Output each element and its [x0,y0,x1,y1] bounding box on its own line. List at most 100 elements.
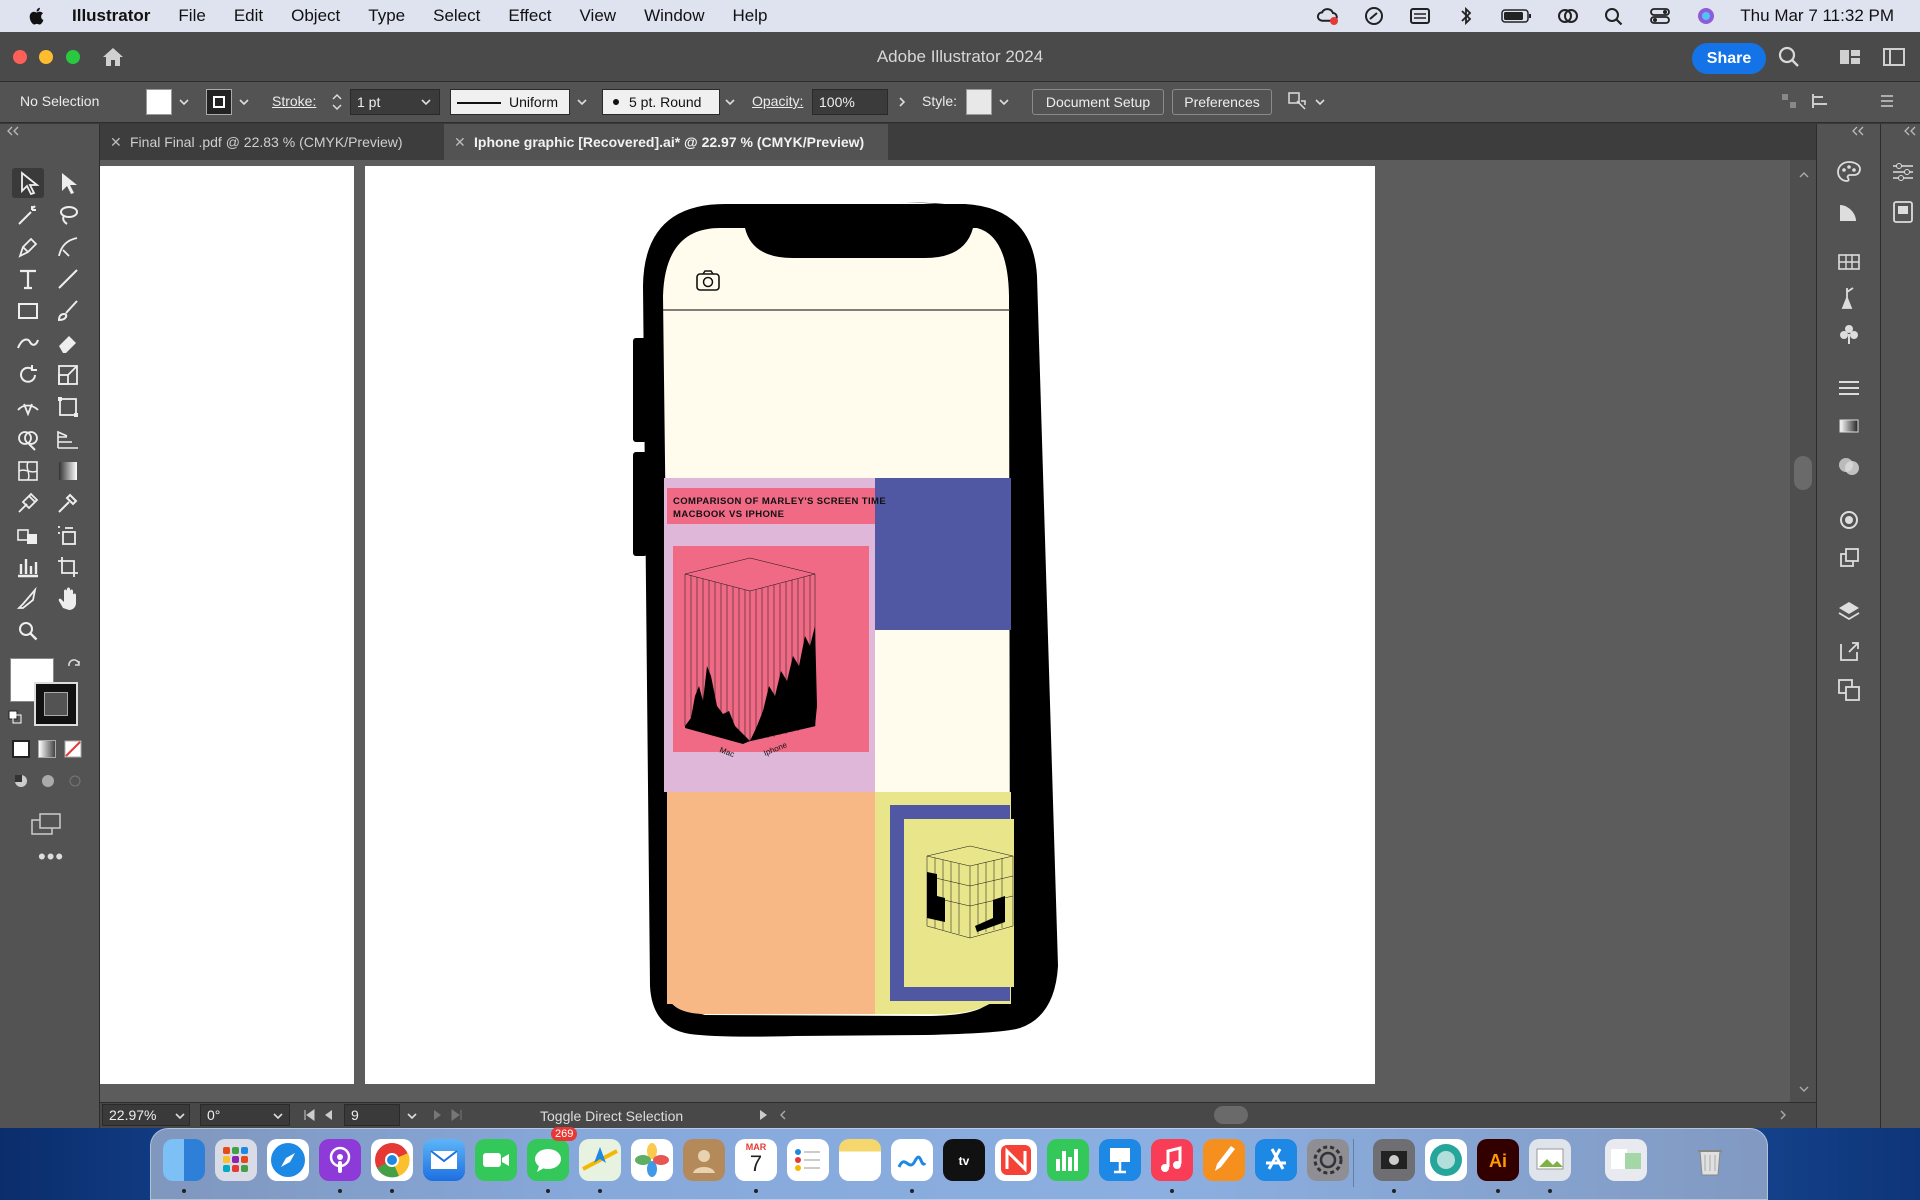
mail-icon[interactable] [423,1139,465,1181]
graphic-style-swatch[interactable] [966,89,992,115]
artboard-number-input[interactable]: 9 [344,1104,400,1126]
collapse-icon[interactable] [1851,126,1865,136]
properties-icon[interactable] [1889,158,1917,186]
fill-swatch[interactable] [146,89,172,115]
rectangle-tool[interactable] [12,296,44,326]
maps-icon[interactable] [579,1139,621,1181]
appstore-icon[interactable] [1255,1139,1297,1181]
zoom-tool[interactable] [12,616,44,646]
chevron-down-icon[interactable] [238,96,250,108]
graph-tool[interactable] [12,552,44,582]
chevron-down-icon[interactable] [272,1110,284,1122]
vertical-scrollbar[interactable] [1790,160,1816,1102]
apple-icon[interactable] [26,5,48,27]
downloads-icon[interactable] [1605,1139,1647,1181]
settings-icon[interactable] [1307,1139,1349,1181]
chevron-down-icon[interactable] [998,96,1010,108]
contacts-icon[interactable] [683,1139,725,1181]
align-icon[interactable] [1780,92,1798,110]
podcasts-icon[interactable] [319,1139,361,1181]
live-paint-tool[interactable] [12,520,44,550]
curvature-tool[interactable] [52,232,84,262]
draw-mode-icons[interactable] [12,772,84,790]
close-tab-icon[interactable]: ✕ [110,124,122,160]
screen-mirroring-icon[interactable] [1556,6,1580,26]
screen-mode-icon[interactable] [30,812,64,836]
share-button[interactable]: Share [1692,43,1766,74]
status-menu-icon[interactable] [756,1108,770,1122]
chrome-icon[interactable] [371,1139,413,1181]
keyboard-icon[interactable] [1408,6,1432,26]
stepper-icon[interactable] [330,90,344,114]
menu-object[interactable]: Object [291,6,340,26]
safari-icon[interactable] [267,1139,309,1181]
shape-builder-tool[interactable] [12,424,44,454]
trash-icon[interactable] [1689,1139,1731,1181]
keynote-icon[interactable] [1099,1139,1141,1181]
reminders-icon[interactable] [787,1139,829,1181]
scroll-thumb[interactable] [1794,456,1812,490]
scroll-right-icon[interactable] [1776,1108,1790,1122]
scroll-left-icon[interactable] [776,1108,790,1122]
asset-export-icon[interactable] [1835,638,1863,666]
scale-tool[interactable] [52,360,84,390]
gradient-mode-button[interactable] [38,740,56,758]
music-icon[interactable] [1151,1139,1193,1181]
color-mode-button[interactable] [12,740,30,758]
chevron-down-icon[interactable] [1314,96,1326,108]
symbols-icon[interactable] [1835,320,1863,348]
chevron-down-icon[interactable] [178,96,190,108]
stroke-panel-icon[interactable] [1835,374,1863,402]
magic-wand-tool[interactable] [12,200,44,230]
variable-width-profile[interactable]: Uniform [450,89,570,115]
facetime-icon[interactable] [475,1139,517,1181]
calendar-icon[interactable]: MAR 7 [735,1139,777,1181]
first-artboard-icon[interactable] [302,1108,316,1122]
transform-icon[interactable] [1810,92,1832,110]
photos-icon[interactable] [631,1139,673,1181]
type-tool[interactable] [12,264,44,294]
sync-icon[interactable] [1362,6,1386,26]
preferences-button[interactable]: Preferences [1172,89,1272,115]
artboard-iphone[interactable]: COMPARISON OF MARLEY'S SCREEN TIME MACBO… [365,166,1375,1084]
eyedropper-tool[interactable] [52,488,84,518]
control-center-icon[interactable] [1648,6,1672,26]
appearance-icon[interactable] [1835,506,1863,534]
gradient-tool[interactable] [52,456,84,486]
messages-icon[interactable] [527,1139,569,1181]
clock[interactable]: Thu Mar 7 11:32 PM [1740,6,1894,26]
menu-edit[interactable]: Edit [234,6,263,26]
lasso-tool[interactable] [52,200,84,230]
artboards-panel-icon[interactable] [1835,676,1863,704]
news-icon[interactable] [995,1139,1037,1181]
menu-effect[interactable]: Effect [508,6,551,26]
siri-icon[interactable] [1694,6,1718,26]
graphic-styles-icon[interactable] [1835,544,1863,572]
chevron-down-icon[interactable] [406,1110,418,1122]
previous-artboard-icon[interactable] [322,1108,336,1122]
color-guide-icon[interactable] [1835,198,1863,226]
hand-tool[interactable] [52,584,84,614]
artboard-tool[interactable] [52,552,84,582]
stroke-color-box[interactable] [34,682,78,726]
artboard-left[interactable] [100,166,354,1084]
free-transform-tool[interactable] [52,392,84,422]
screenshot-icon[interactable] [1373,1139,1415,1181]
menu-file[interactable]: File [178,6,205,26]
numbers-icon[interactable] [1047,1139,1089,1181]
stroke-label[interactable]: Stroke: [272,93,316,109]
illustrator-icon[interactable]: Ai [1477,1139,1519,1181]
perspective-grid-tool[interactable] [52,424,84,454]
appletv-icon[interactable]: tv [943,1139,985,1181]
menu-app-name[interactable]: Illustrator [72,6,150,26]
stroke-swatch[interactable] [206,89,232,115]
opacity-input[interactable]: 100% [812,89,888,115]
browser-icon[interactable] [1425,1139,1467,1181]
notes-icon[interactable] [839,1139,881,1181]
bluetooth-icon[interactable] [1454,6,1478,26]
tab-final-final-pdf[interactable]: ✕ Final Final .pdf @ 22.83 % (CMYK/Previe… [100,124,444,160]
menu-type[interactable]: Type [368,6,405,26]
horizontal-scroll-thumb[interactable] [1214,1106,1248,1124]
width-tool[interactable] [12,392,44,422]
next-artboard-icon[interactable] [430,1108,444,1122]
